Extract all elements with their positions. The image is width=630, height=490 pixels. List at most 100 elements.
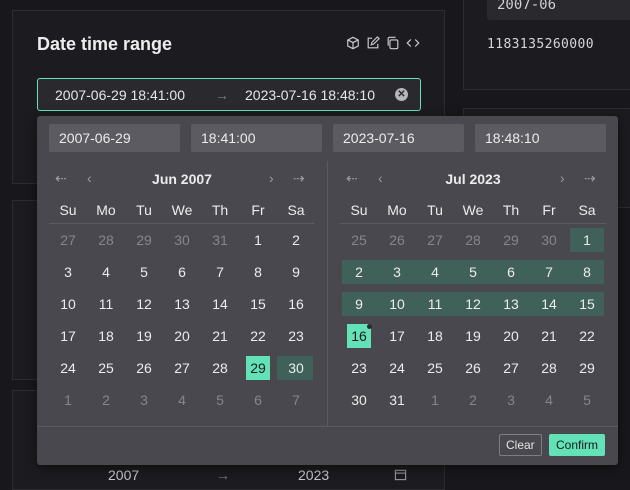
clear-icon[interactable]: ✕	[395, 88, 408, 101]
day-cell[interactable]: 20	[492, 320, 530, 352]
day-cell[interactable]: 25	[416, 352, 454, 384]
day-cell[interactable]: 25	[340, 224, 378, 256]
day-cell[interactable]: 26	[125, 352, 163, 384]
confirm-button[interactable]: Confirm	[549, 434, 606, 456]
day-cell[interactable]: 26	[454, 352, 492, 384]
day-cell[interactable]: 25	[87, 352, 125, 384]
code-icon[interactable]	[406, 36, 420, 50]
in-range-day-cell[interactable]: 6	[492, 256, 530, 288]
day-cell[interactable]: 28	[454, 224, 492, 256]
in-range-day-cell[interactable]: 14	[530, 288, 568, 320]
day-cell[interactable]: 6	[239, 384, 277, 416]
in-range-day-cell[interactable]: 10	[378, 288, 416, 320]
next-year-icon[interactable]: ⇢	[293, 170, 305, 187]
in-range-day-cell[interactable]: 4	[416, 256, 454, 288]
day-cell[interactable]: 5	[125, 256, 163, 288]
in-range-day-cell[interactable]: 13	[492, 288, 530, 320]
day-cell[interactable]: 23	[340, 352, 378, 384]
in-range-day-cell[interactable]: 2	[340, 256, 378, 288]
in-range-day-cell[interactable]: 3	[378, 256, 416, 288]
day-cell[interactable]: 18	[87, 320, 125, 352]
day-cell[interactable]: 21	[530, 320, 568, 352]
day-cell[interactable]: 27	[416, 224, 454, 256]
day-cell[interactable]: 13	[163, 288, 201, 320]
day-cell[interactable]: 4	[530, 384, 568, 416]
day-cell[interactable]: 6	[163, 256, 201, 288]
in-range-day-cell[interactable]: 5	[454, 256, 492, 288]
in-range-day-cell[interactable]: 8	[568, 256, 606, 288]
day-cell[interactable]: 15	[239, 288, 277, 320]
day-cell[interactable]: 16	[277, 288, 315, 320]
in-range-day-cell[interactable]: 7	[530, 256, 568, 288]
day-cell[interactable]: 3	[49, 256, 87, 288]
day-cell[interactable]: 4	[87, 256, 125, 288]
day-cell[interactable]: 24	[49, 352, 87, 384]
day-cell[interactable]: 23	[277, 320, 315, 352]
day-cell[interactable]: 29	[492, 224, 530, 256]
day-cell[interactable]: 22	[239, 320, 277, 352]
day-cell[interactable]: 24	[378, 352, 416, 384]
day-cell[interactable]: 29	[568, 352, 606, 384]
day-cell[interactable]: 28	[530, 352, 568, 384]
day-cell[interactable]: 29	[125, 224, 163, 256]
day-cell[interactable]: 28	[87, 224, 125, 256]
day-cell[interactable]: 2	[454, 384, 492, 416]
day-cell[interactable]: 27	[49, 224, 87, 256]
in-range-day-cell[interactable]: 12	[454, 288, 492, 320]
day-cell[interactable]: 30	[530, 224, 568, 256]
day-cell[interactable]: 2	[277, 224, 315, 256]
day-cell[interactable]: 30	[163, 224, 201, 256]
day-cell[interactable]: 28	[201, 352, 239, 384]
day-cell[interactable]: 7	[277, 384, 315, 416]
selected-day-cell[interactable]: 29	[239, 352, 277, 384]
start-time-input[interactable]: 18:41:00	[191, 124, 322, 152]
in-range-day-cell[interactable]: 11	[416, 288, 454, 320]
day-cell[interactable]: 1	[416, 384, 454, 416]
day-cell[interactable]: 10	[49, 288, 87, 320]
day-cell[interactable]: 11	[87, 288, 125, 320]
day-cell[interactable]: 27	[492, 352, 530, 384]
next-month-icon[interactable]: ›	[560, 170, 565, 186]
date-range-input[interactable]: 2007-06-29 18:41:00 → 2023-07-16 18:48:1…	[37, 78, 421, 111]
in-range-day-cell[interactable]: 9	[340, 288, 378, 320]
in-range-day-cell[interactable]: 30	[277, 352, 315, 384]
in-range-day-cell[interactable]: 1	[568, 224, 606, 256]
day-cell[interactable]: 31	[201, 224, 239, 256]
day-cell[interactable]: 5	[568, 384, 606, 416]
day-cell[interactable]: 3	[125, 384, 163, 416]
day-cell[interactable]: 5	[201, 384, 239, 416]
day-cell[interactable]: 2	[87, 384, 125, 416]
clear-button[interactable]: Clear	[499, 434, 542, 456]
day-cell[interactable]: 3	[492, 384, 530, 416]
copy-icon[interactable]	[386, 36, 400, 50]
day-cell[interactable]: 20	[163, 320, 201, 352]
day-cell[interactable]: 12	[125, 288, 163, 320]
day-cell[interactable]: 18	[416, 320, 454, 352]
day-cell[interactable]: 22	[568, 320, 606, 352]
day-cell[interactable]: 19	[125, 320, 163, 352]
end-time-input[interactable]: 18:48:10	[475, 124, 606, 152]
range-end-value[interactable]: 2023-07-16 18:48:10	[245, 87, 375, 103]
day-cell[interactable]: 14	[201, 288, 239, 320]
next-year-icon[interactable]: ⇢	[584, 170, 596, 187]
day-cell[interactable]: 31	[378, 384, 416, 416]
next-month-icon[interactable]: ›	[269, 170, 274, 186]
day-cell[interactable]: 30	[340, 384, 378, 416]
end-date-input[interactable]: 2023-07-16	[333, 124, 464, 152]
day-cell[interactable]: 17	[378, 320, 416, 352]
edit-icon[interactable]	[366, 36, 380, 50]
day-cell[interactable]: 17	[49, 320, 87, 352]
day-cell[interactable]: 27	[163, 352, 201, 384]
day-cell[interactable]: 7	[201, 256, 239, 288]
day-cell[interactable]: 21	[201, 320, 239, 352]
day-cell[interactable]: 1	[49, 384, 87, 416]
cube-icon[interactable]	[346, 36, 360, 50]
range-start-value[interactable]: 2007-06-29 18:41:00	[55, 87, 185, 103]
in-range-day-cell[interactable]: 15	[568, 288, 606, 320]
day-cell[interactable]: 8	[239, 256, 277, 288]
day-cell[interactable]: 1	[239, 224, 277, 256]
day-cell[interactable]: 19	[454, 320, 492, 352]
day-cell[interactable]: 4	[163, 384, 201, 416]
start-date-input[interactable]: 2007-06-29	[49, 124, 180, 152]
day-cell[interactable]: 9	[277, 256, 315, 288]
